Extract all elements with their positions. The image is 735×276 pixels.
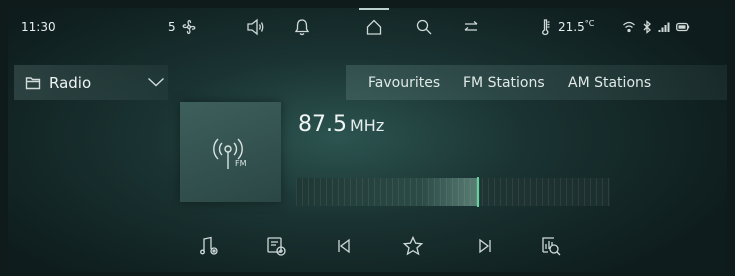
source-label: Radio — [49, 73, 92, 92]
return-button[interactable] — [462, 8, 480, 46]
radio-broadcast-icon — [213, 138, 243, 169]
favourite-star-icon — [402, 235, 424, 256]
station-search-button[interactable] — [531, 226, 571, 266]
tuner-needle[interactable] — [477, 177, 480, 207]
tab-favourites[interactable]: Favourites — [368, 65, 440, 100]
frequency-tuner-bar[interactable] — [296, 178, 610, 206]
playback-controls — [8, 226, 727, 266]
folder-icon — [25, 76, 41, 90]
station-artwork: FM — [180, 102, 281, 202]
infotainment-screen: 11:30 5 21.5 °C Radio Favourites FM Stat… — [8, 8, 727, 272]
next-icon — [479, 238, 491, 254]
status-bar: 11:30 5 21.5 °C — [8, 8, 727, 46]
clock: 11:30 — [21, 20, 56, 34]
wifi-icon — [622, 20, 636, 34]
bell-icon — [294, 18, 310, 36]
sound-settings-button[interactable] — [189, 226, 229, 266]
connectivity-status — [622, 8, 690, 46]
notifications-button[interactable] — [294, 8, 310, 46]
previous-station-button[interactable] — [324, 226, 364, 266]
temperature-unit: °C — [584, 19, 595, 28]
next-station-button[interactable] — [465, 226, 505, 266]
fan-icon — [180, 18, 198, 36]
home-button[interactable] — [365, 8, 383, 46]
signal-icon — [658, 21, 670, 33]
station-tabs: Favourites FM Stations AM Stations — [346, 65, 727, 100]
cabin-temperature[interactable]: 21.5 °C — [540, 8, 594, 46]
frequency-display: 87.5 MHz — [298, 112, 384, 137]
search-icon — [415, 18, 433, 36]
frequency-value: 87.5 — [298, 112, 347, 137]
temperature-value: 21.5 — [558, 20, 585, 34]
search-button[interactable] — [415, 8, 433, 46]
chevron-down-icon — [147, 76, 165, 88]
thermometer-icon — [540, 18, 552, 36]
tab-am-stations[interactable]: AM Stations — [568, 65, 651, 100]
playlist-add-icon — [267, 237, 286, 256]
music-settings-icon — [200, 236, 218, 255]
playlist-add-button[interactable] — [256, 226, 296, 266]
tab-fm-stations[interactable]: FM Stations — [463, 65, 545, 100]
favourite-button[interactable] — [393, 226, 433, 266]
volume-icon — [246, 18, 266, 36]
fan-control[interactable]: 5 — [168, 8, 198, 46]
return-icon — [462, 18, 480, 36]
bluetooth-icon — [642, 20, 653, 34]
station-search-icon — [542, 237, 561, 256]
volume-button[interactable] — [246, 8, 266, 46]
band-badge: FM — [235, 159, 247, 168]
battery-icon — [676, 22, 690, 32]
frequency-unit: MHz — [349, 116, 385, 135]
previous-icon — [338, 238, 350, 254]
fan-level: 5 — [168, 20, 176, 34]
home-icon — [365, 18, 383, 36]
source-selector[interactable]: Radio — [14, 65, 168, 100]
